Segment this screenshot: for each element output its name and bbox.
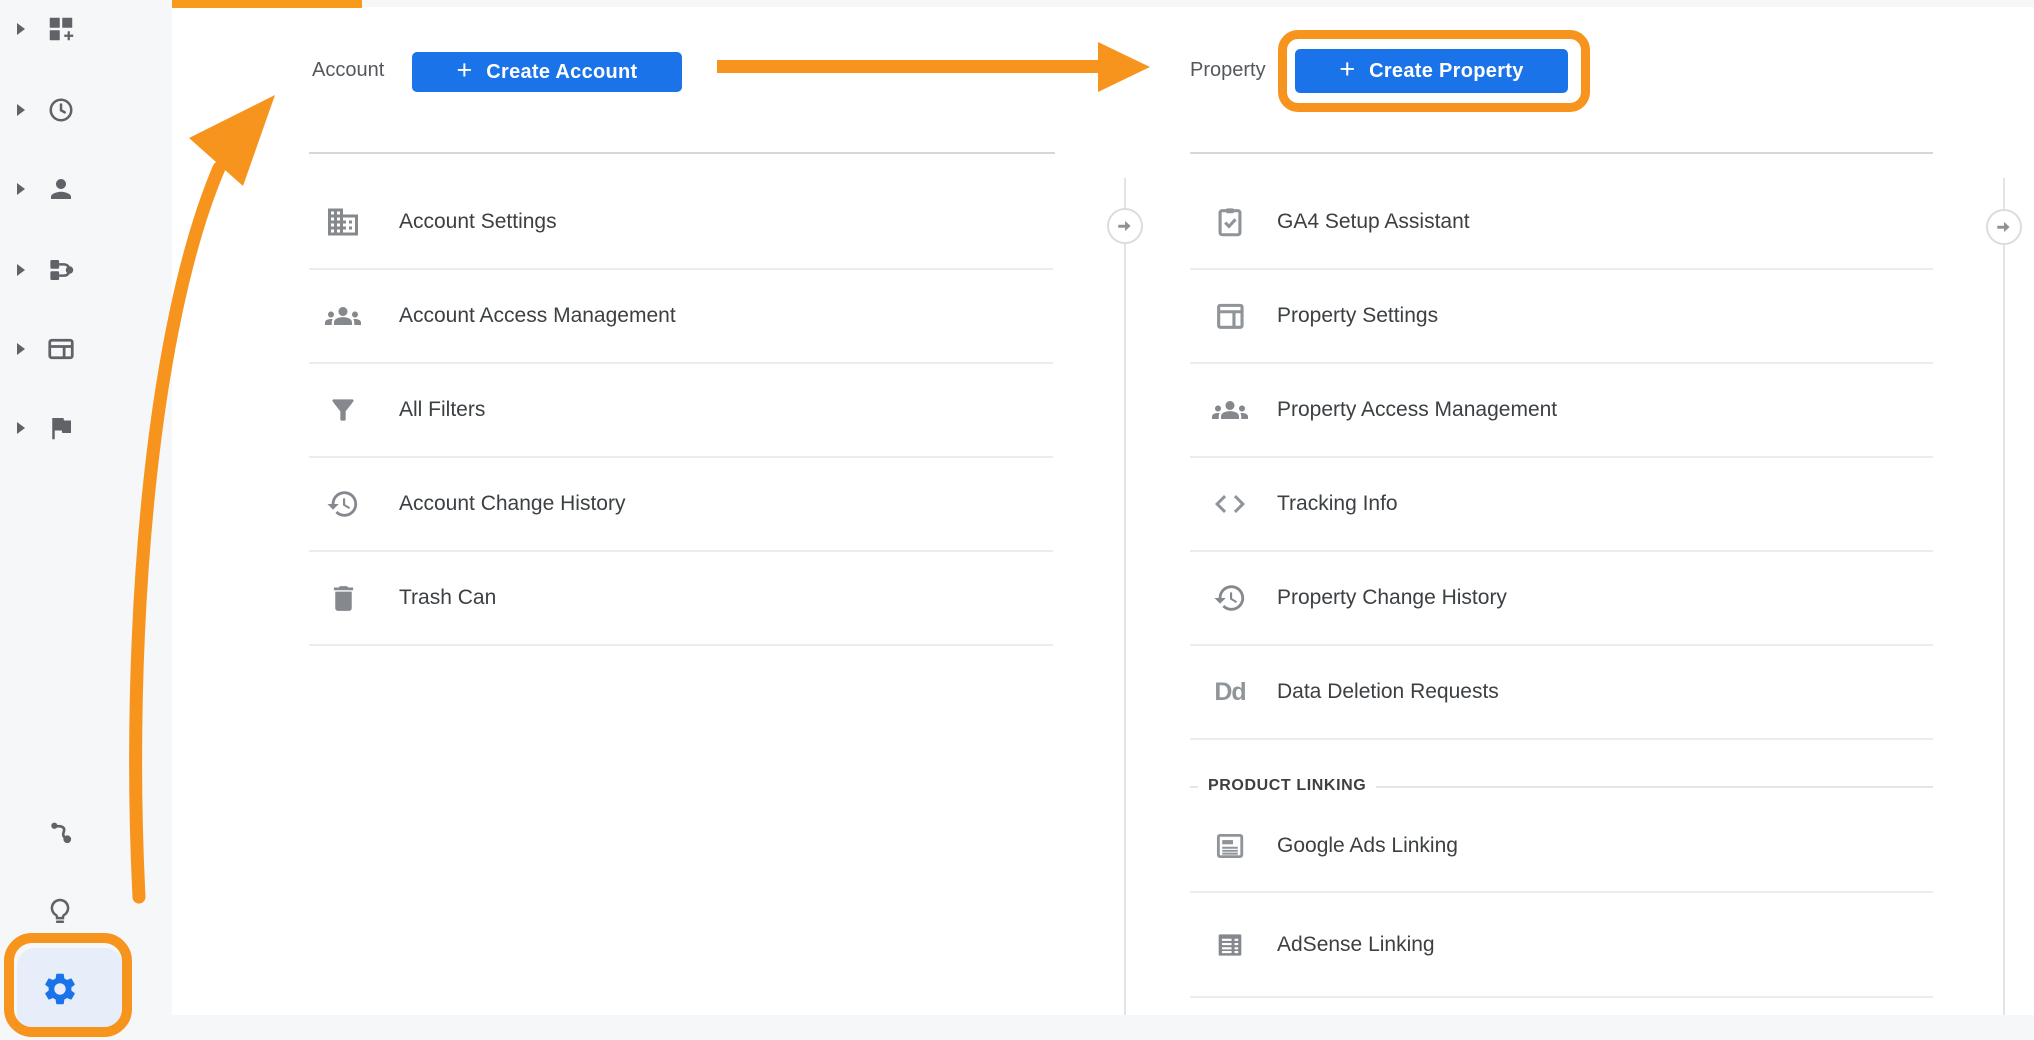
history-icon (1212, 580, 1248, 616)
sidebar (0, 0, 172, 1040)
history-icon (325, 486, 361, 522)
sidebar-item-audience[interactable] (0, 161, 172, 217)
behavior-window-icon (46, 334, 76, 364)
adsense-news-icon (1212, 927, 1248, 963)
list-item-ga4-setup-assistant[interactable]: GA4 Setup Assistant (1190, 176, 1933, 270)
sidebar-item-acquisition[interactable] (0, 242, 172, 298)
list-item-property-access-management[interactable]: Property Access Management (1190, 364, 1933, 458)
chevron-right-icon (17, 422, 25, 434)
sidebar-item-customization[interactable] (0, 1, 172, 57)
column-divider (1124, 178, 1126, 1015)
account-selector-underline (309, 152, 1055, 154)
list-item-label: Account Settings (399, 210, 557, 234)
property-settings-list: GA4 Setup Assistant Property Settings Pr… (1190, 176, 1933, 740)
sidebar-item-discover[interactable] (0, 883, 172, 939)
attribution-route-icon (45, 817, 75, 847)
web-asset-icon (1212, 298, 1248, 334)
create-property-button[interactable]: + Create Property (1295, 49, 1568, 93)
list-item-label: Google Ads Linking (1277, 834, 1458, 858)
acquisition-network-icon (46, 255, 76, 285)
product-linking-section-header: PRODUCT LINKING (1198, 771, 1376, 801)
account-selector-dropdown[interactable] (309, 100, 1055, 154)
google-ads-article-icon (1212, 828, 1248, 864)
trash-icon (325, 580, 361, 616)
sidebar-item-behavior[interactable] (0, 321, 172, 377)
code-brackets-icon (1212, 486, 1248, 522)
list-item-label: Account Access Management (399, 304, 676, 328)
chevron-right-icon (17, 343, 25, 355)
list-item-data-deletion-requests[interactable]: Dd Data Deletion Requests (1190, 646, 1933, 740)
list-item-label: Tracking Info (1277, 492, 1398, 516)
expand-account-column-button[interactable] (1107, 208, 1143, 244)
customization-dashboard-icon (46, 14, 76, 44)
list-item-account-change-history[interactable]: Account Change History (309, 458, 1053, 552)
dd-glyph-icon: Dd (1212, 674, 1248, 710)
list-item-all-filters[interactable]: All Filters (309, 364, 1053, 458)
list-item-label: Data Deletion Requests (1277, 680, 1499, 704)
list-item-label: All Filters (399, 398, 485, 422)
list-item-google-ads-linking[interactable]: Google Ads Linking (1190, 800, 1933, 893)
plus-icon: + (456, 57, 472, 84)
admin-tab-highlight-bar (172, 0, 362, 8)
list-item-tracking-info[interactable]: Tracking Info (1190, 458, 1933, 552)
chevron-right-icon (17, 183, 25, 195)
arrow-right-icon (1116, 217, 1134, 235)
list-item-label: GA4 Setup Assistant (1277, 210, 1470, 234)
property-selector-underline (1190, 152, 1933, 154)
chevron-right-icon (17, 23, 25, 35)
account-column-label: Account (312, 58, 384, 82)
expand-property-column-button[interactable] (1986, 209, 2022, 245)
discover-lightbulb-icon (45, 896, 75, 926)
sidebar-item-admin[interactable] (17, 948, 123, 1031)
sidebar-item-realtime[interactable] (0, 82, 172, 138)
people-group-icon (1212, 392, 1248, 428)
list-item-label: Account Change History (399, 492, 625, 516)
list-item-adsense-linking[interactable]: AdSense Linking (1190, 893, 1933, 998)
column-divider (2003, 178, 2005, 1015)
sidebar-item-attribution[interactable] (0, 804, 172, 860)
chevron-right-icon (17, 104, 25, 116)
create-property-button-label: Create Property (1369, 60, 1524, 83)
sidebar-item-conversions[interactable] (0, 400, 172, 456)
list-item-trash-can[interactable]: Trash Can (309, 552, 1053, 646)
list-item-label: Property Access Management (1277, 398, 1557, 422)
list-item-label: Property Change History (1277, 586, 1507, 610)
list-item-label: Property Settings (1277, 304, 1438, 328)
list-item-label: AdSense Linking (1277, 933, 1435, 957)
arrow-right-icon (1995, 218, 2013, 236)
account-settings-list: Account Settings Account Access Manageme… (309, 176, 1053, 646)
create-account-button[interactable]: + Create Account (412, 52, 682, 92)
conversions-flag-icon (46, 413, 76, 443)
clipboard-check-icon (1212, 204, 1248, 240)
product-linking-list: Google Ads Linking AdSense Linking (1190, 800, 1933, 998)
list-item-account-access-management[interactable]: Account Access Management (309, 270, 1053, 364)
chevron-right-icon (17, 264, 25, 276)
audience-person-icon (46, 174, 76, 204)
filter-funnel-icon (325, 392, 361, 428)
admin-gear-icon (41, 970, 79, 1008)
property-column-label: Property (1190, 58, 1266, 82)
people-group-icon (325, 298, 361, 334)
building-icon (325, 204, 361, 240)
realtime-clock-icon (46, 95, 76, 125)
list-item-label: Trash Can (399, 586, 496, 610)
property-selector-dropdown[interactable] (1190, 100, 1933, 154)
plus-icon: + (1339, 56, 1355, 83)
list-item-property-settings[interactable]: Property Settings (1190, 270, 1933, 364)
list-item-account-settings[interactable]: Account Settings (309, 176, 1053, 270)
create-account-button-label: Create Account (486, 61, 637, 84)
list-item-property-change-history[interactable]: Property Change History (1190, 552, 1933, 646)
